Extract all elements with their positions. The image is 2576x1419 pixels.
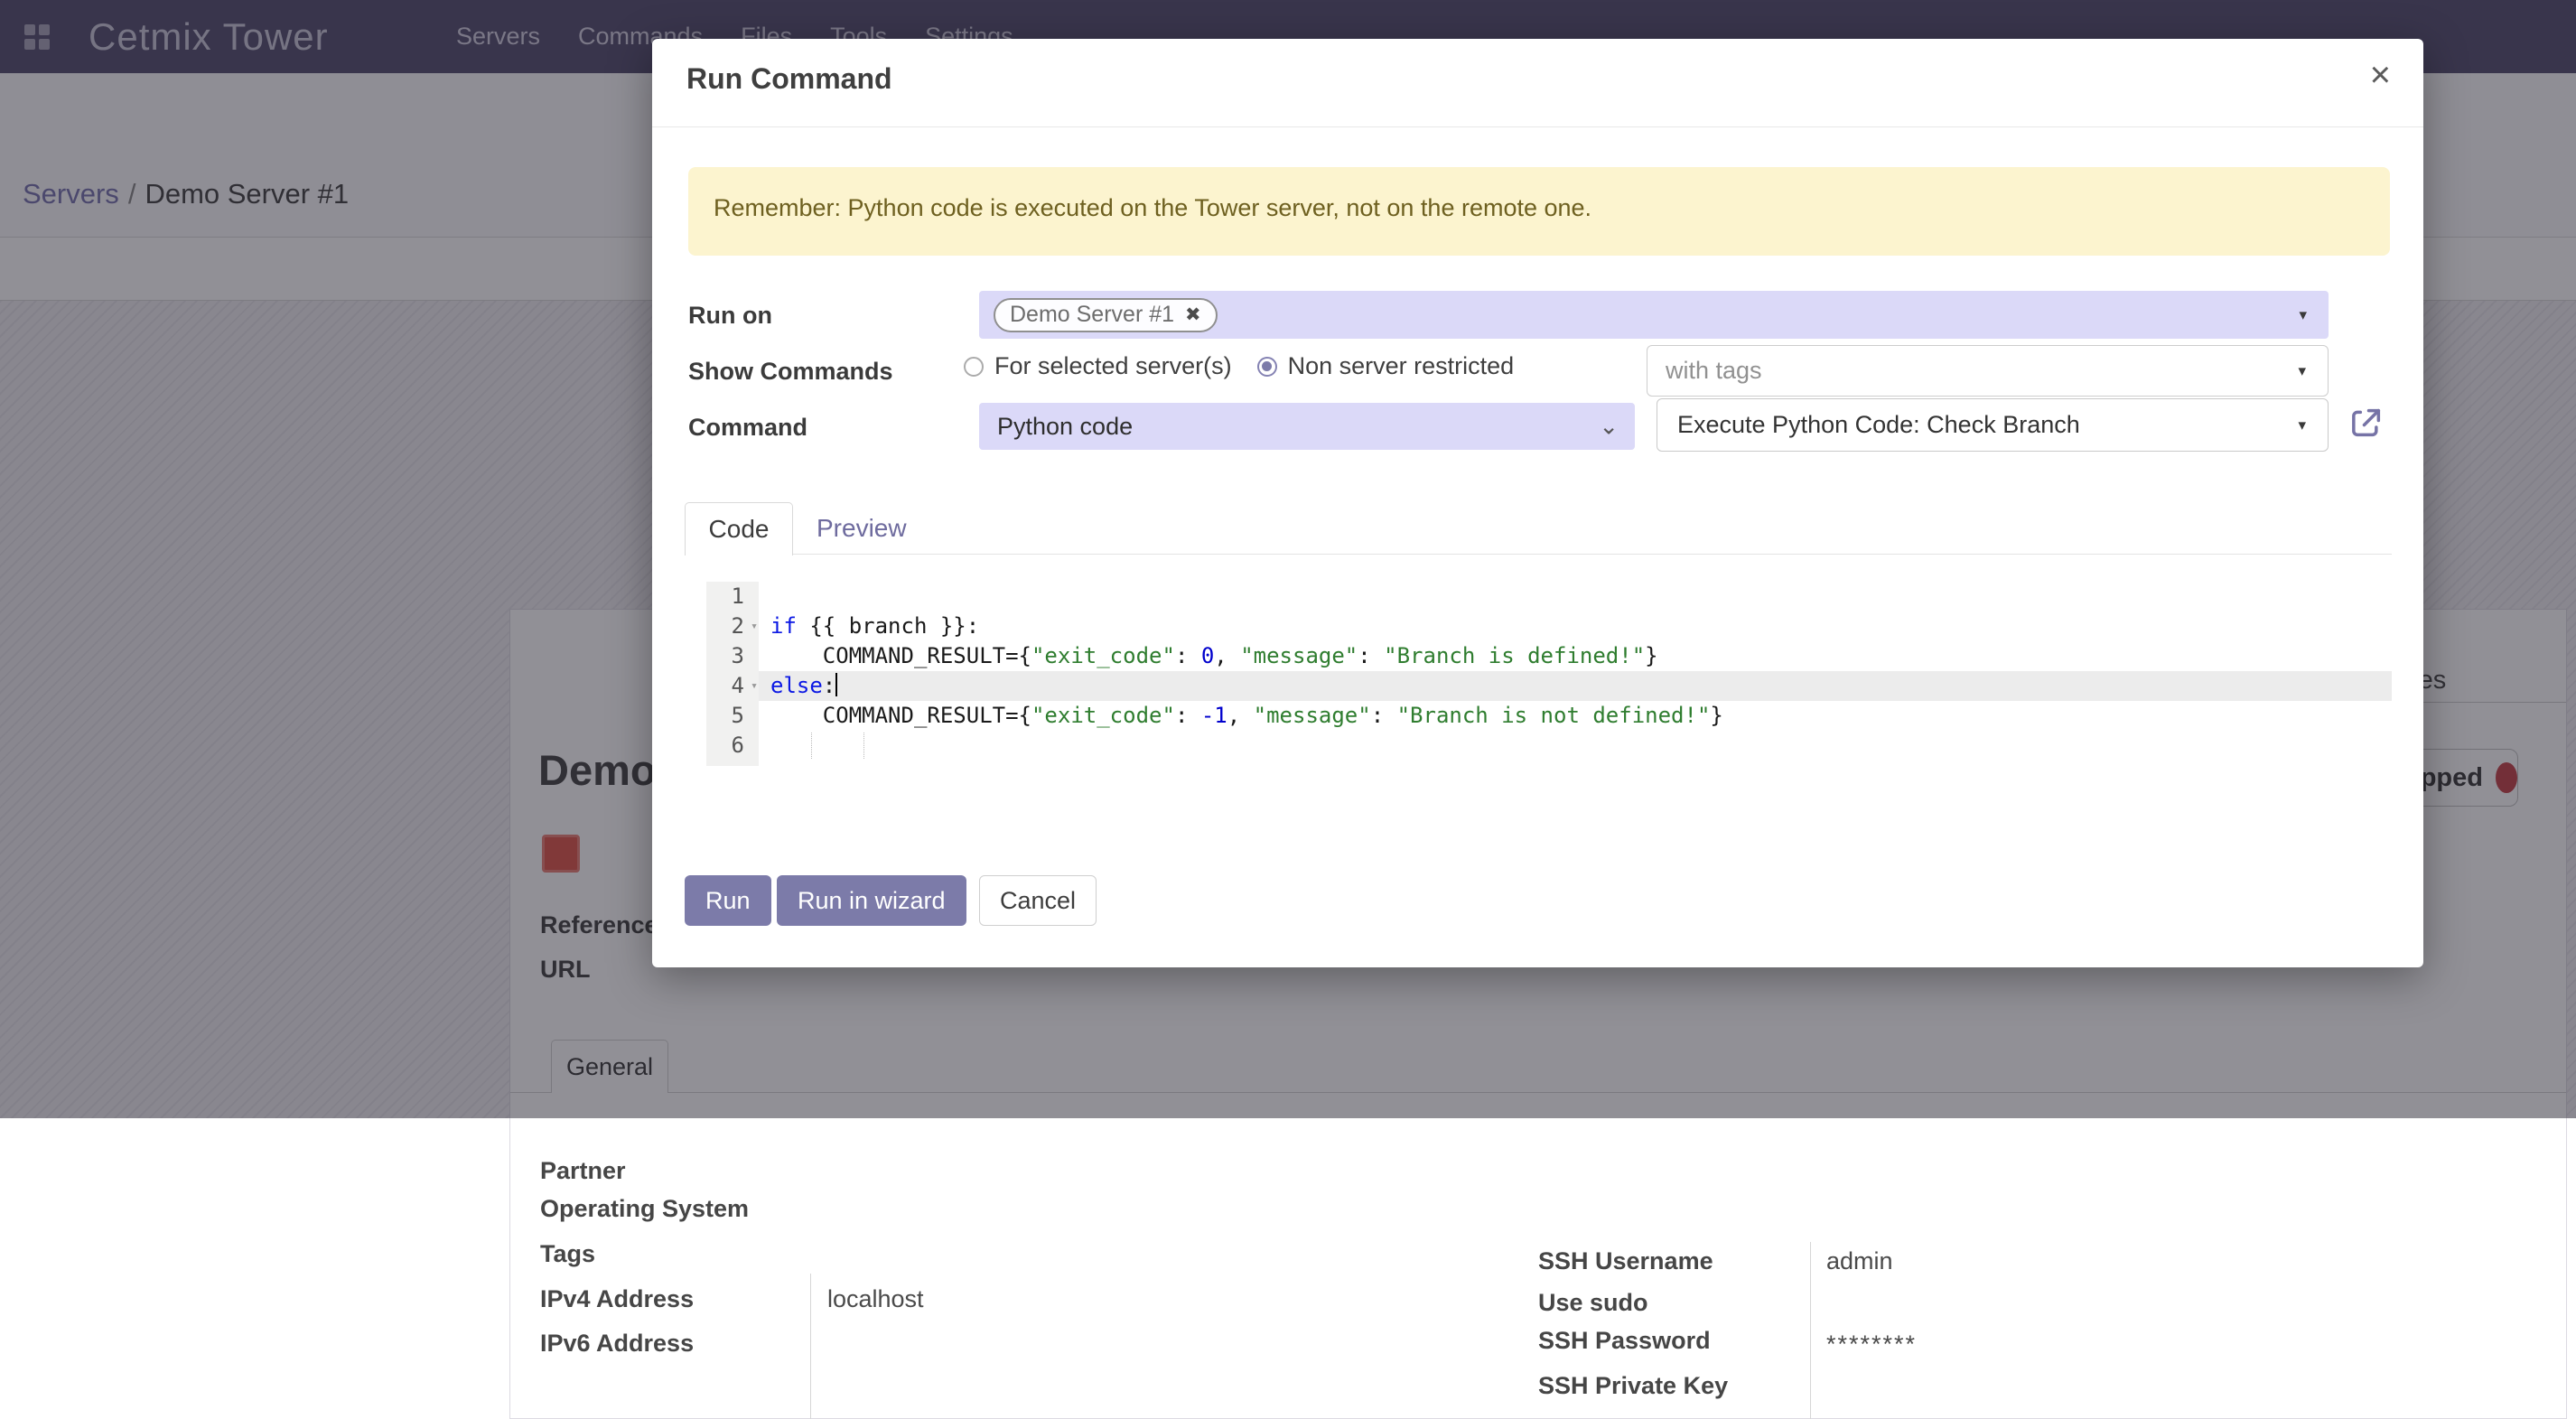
- ipv6-label: IPv6 Address: [540, 1330, 694, 1358]
- use-sudo-label: Use sudo: [1538, 1289, 1648, 1317]
- radio-label-selected-servers[interactable]: For selected server(s): [994, 352, 1232, 380]
- tag-remove-icon[interactable]: ✖: [1185, 303, 1201, 326]
- modal-title: Run Command: [686, 62, 892, 96]
- code-line[interactable]: if {{ branch }}:: [759, 611, 2392, 641]
- fold-arrow-icon[interactable]: ▾: [751, 671, 758, 701]
- gutter-line-number: 2▾: [706, 611, 759, 641]
- text-cursor: [835, 673, 837, 696]
- tabs-divider: [685, 554, 2392, 555]
- command-value: Execute Python Code: Check Branch: [1677, 411, 2080, 439]
- run-in-wizard-button[interactable]: Run in wizard: [777, 875, 966, 926]
- tags-label: Tags: [540, 1240, 595, 1268]
- ssh-username-label: SSH Username: [1538, 1247, 1713, 1275]
- with-tags-select[interactable]: with tags ▾: [1647, 345, 2329, 397]
- gutter-line-number: 3: [706, 641, 759, 671]
- gutter-line-number: 1: [706, 582, 759, 611]
- editor-gutter: 12▾34▾56: [706, 582, 759, 766]
- code-line[interactable]: [759, 731, 2392, 761]
- python-warning-alert: Remember: Python code is executed on the…: [688, 167, 2390, 256]
- code-line[interactable]: COMMAND_RESULT={"exit_code": -1, "messag…: [759, 701, 2392, 731]
- server-tag-label: Demo Server #1: [1010, 302, 1174, 328]
- chevron-down-icon: ⌄: [1599, 413, 1619, 441]
- chevron-down-icon: ▾: [2298, 362, 2306, 380]
- radio-for-selected-servers[interactable]: [964, 357, 984, 377]
- show-commands-radios: For selected server(s) Non server restri…: [964, 352, 1539, 380]
- column-divider-left: [810, 1274, 811, 1419]
- indent-guide: [811, 733, 812, 759]
- alert-text: Remember: Python code is executed on the…: [714, 194, 1591, 222]
- chevron-down-icon: ▾: [2298, 416, 2306, 434]
- command-type-select[interactable]: Python code ⌄: [979, 403, 1635, 450]
- indent-guide: [863, 733, 864, 759]
- radio-non-server-restricted[interactable]: [1257, 357, 1277, 377]
- ssh-password-label: SSH Password: [1538, 1327, 1711, 1355]
- chevron-down-icon: ▾: [2299, 306, 2307, 324]
- command-type-value: Python code: [997, 413, 1133, 441]
- external-link-icon[interactable]: [2348, 405, 2385, 441]
- ssh-private-key-label: SSH Private Key: [1538, 1372, 1728, 1400]
- radio-label-non-server-restricted[interactable]: Non server restricted: [1288, 352, 1515, 380]
- gutter-line-number: 5: [706, 701, 759, 731]
- run-button[interactable]: Run: [685, 875, 771, 926]
- run-command-modal: Run Command × Remember: Python code is e…: [652, 39, 2423, 967]
- ipv4-label: IPv4 Address: [540, 1285, 694, 1313]
- close-icon[interactable]: ×: [2370, 55, 2391, 96]
- ssh-password-value: ********: [1826, 1330, 1917, 1358]
- modal-header-divider: [652, 126, 2423, 127]
- command-select[interactable]: Execute Python Code: Check Branch ▾: [1657, 398, 2329, 452]
- fold-arrow-icon[interactable]: ▾: [751, 611, 758, 641]
- cancel-button[interactable]: Cancel: [979, 875, 1097, 926]
- partner-label: Partner: [540, 1157, 626, 1185]
- show-commands-label: Show Commands: [688, 358, 893, 386]
- gutter-line-number: 6: [706, 731, 759, 761]
- code-editor[interactable]: 12▾34▾56 if {{ branch }}: COMMAND_RESULT…: [706, 582, 2392, 766]
- server-tag[interactable]: Demo Server #1 ✖: [994, 298, 1218, 332]
- tab-preview[interactable]: Preview: [817, 514, 907, 543]
- column-divider-right: [1810, 1242, 1811, 1419]
- command-label: Command: [688, 414, 807, 442]
- with-tags-placeholder: with tags: [1666, 357, 1762, 385]
- code-line[interactable]: else:: [759, 671, 2392, 701]
- run-on-label: Run on: [688, 302, 772, 330]
- run-on-select[interactable]: Demo Server #1 ✖ ▾: [979, 291, 2329, 339]
- code-line[interactable]: COMMAND_RESULT={"exit_code": 0, "message…: [759, 641, 2392, 671]
- ipv4-value: localhost: [827, 1285, 924, 1313]
- code-line[interactable]: [759, 582, 2392, 611]
- ssh-username-value: admin: [1826, 1247, 1893, 1275]
- gutter-line-number: 4▾: [706, 671, 759, 701]
- editor-content[interactable]: if {{ branch }}: COMMAND_RESULT={"exit_c…: [759, 582, 2392, 766]
- tab-code[interactable]: Code: [685, 502, 793, 555]
- operating-system-label: Operating System: [540, 1195, 749, 1223]
